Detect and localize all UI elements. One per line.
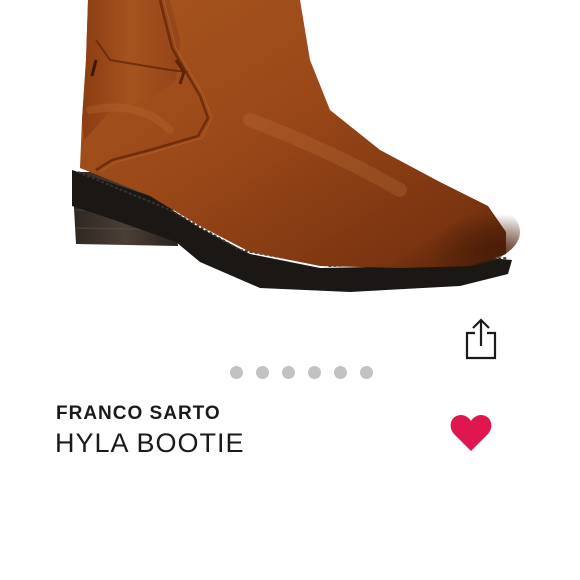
carousel-dot[interactable] <box>360 365 373 379</box>
carousel-dot[interactable] <box>334 365 347 379</box>
carousel-dot[interactable] <box>230 365 243 379</box>
product-name: HYLA BOOTIE <box>55 428 245 458</box>
brand-name[interactable]: FRANCO SARTO <box>56 403 221 425</box>
carousel-dot[interactable] <box>256 365 269 379</box>
carousel-dot[interactable] <box>308 365 321 379</box>
carousel-dots <box>230 364 373 380</box>
share-button[interactable] <box>462 316 500 362</box>
product-image[interactable] <box>0 0 580 310</box>
favorite-button[interactable] <box>448 411 494 455</box>
carousel-dot[interactable] <box>282 365 295 379</box>
share-icon <box>465 318 497 360</box>
heart-icon <box>450 415 492 451</box>
boot-photo <box>72 0 520 292</box>
